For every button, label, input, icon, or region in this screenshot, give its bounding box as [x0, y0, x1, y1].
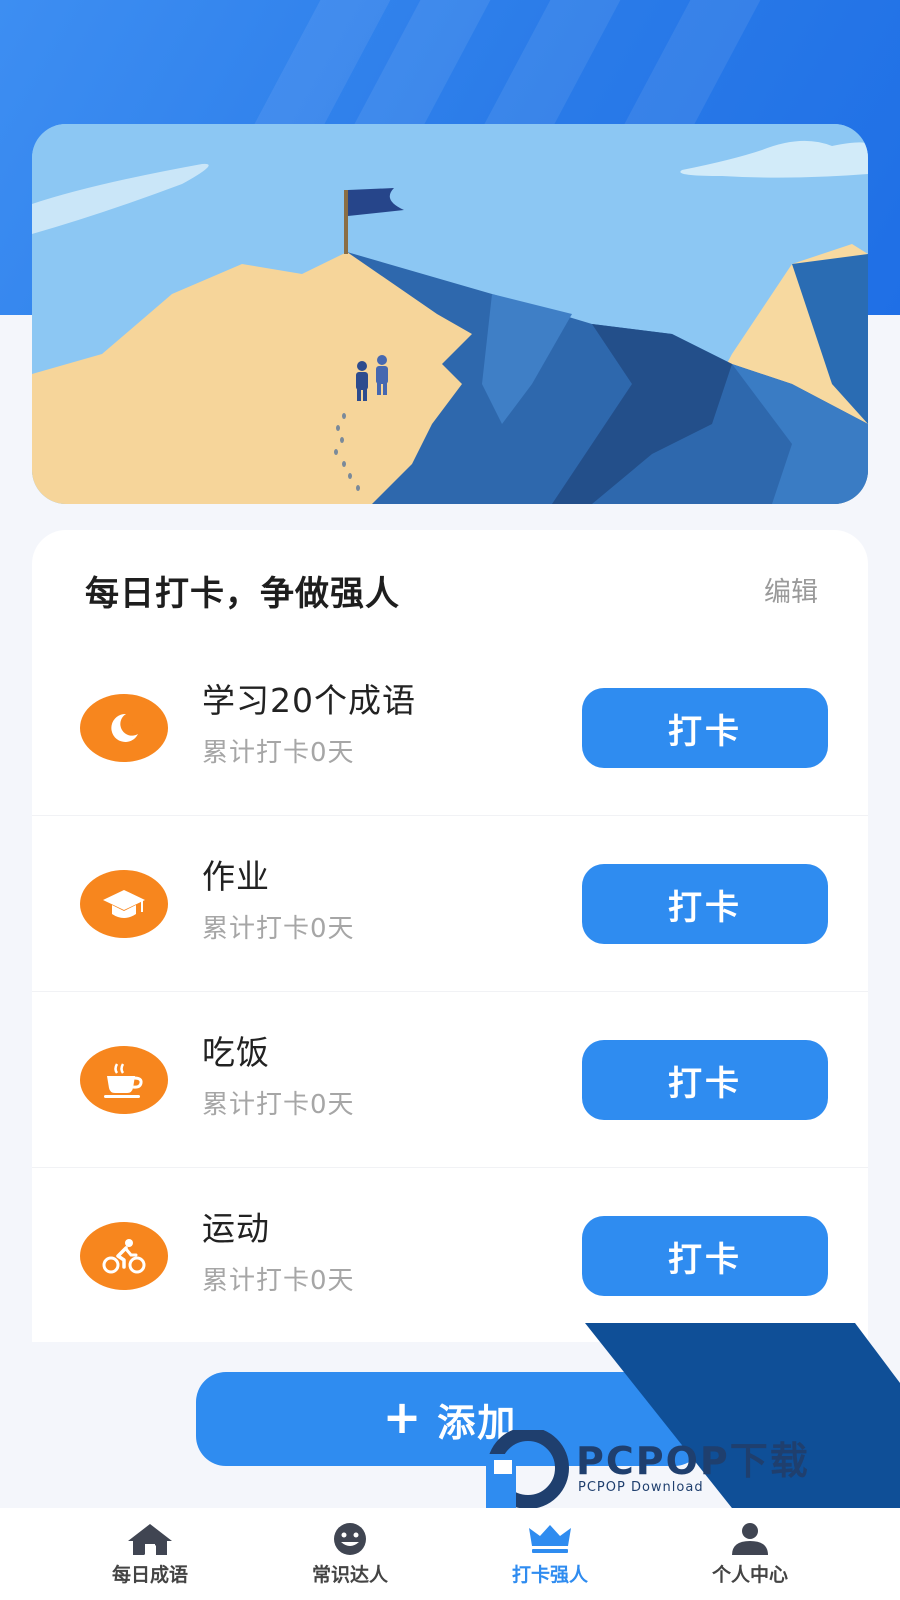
tab-label: 个人中心	[711, 1563, 788, 1586]
task-row: 吃饭 累计打卡0天 打卡	[32, 992, 868, 1168]
watermark-subtitle: PCPOP Download	[578, 1480, 704, 1495]
plus-icon: +	[382, 1390, 424, 1444]
tab-label: 常识达人	[311, 1563, 388, 1586]
edit-button[interactable]: 编辑	[764, 570, 818, 609]
task-row: 运动 累计打卡0天 打卡	[32, 1168, 868, 1344]
task-name: 作业	[202, 857, 270, 896]
task-row: z 学习20个成语 累计打卡0天 打卡	[32, 640, 868, 816]
task-name: 运动	[202, 1209, 270, 1248]
checkin-button[interactable]: 打卡	[582, 1216, 828, 1296]
tab-checkin-master[interactable]: 打卡强人	[450, 1508, 650, 1600]
tab-knowledge-master[interactable]: 常识达人	[250, 1508, 450, 1600]
task-count: 累计打卡0天	[202, 738, 355, 768]
task-row: 作业 累计打卡0天 打卡	[32, 816, 868, 992]
tab-daily-idiom[interactable]: 每日成语	[50, 1508, 250, 1600]
person-icon	[732, 1522, 768, 1555]
card-title: 每日打卡，争做强人	[85, 574, 400, 614]
coffee-cup-icon	[80, 1046, 168, 1114]
watermark-brand: PCPOP下载	[576, 1439, 810, 1483]
checkin-button[interactable]: 打卡	[582, 1040, 828, 1120]
svg-text:z: z	[129, 719, 135, 730]
bottom-tab-bar: 每日成语 常识达人 打卡强人 个人中心	[0, 1508, 900, 1600]
task-count: 累计打卡0天	[202, 1090, 355, 1120]
tab-label: 打卡强人	[511, 1563, 588, 1586]
smiley-icon	[334, 1522, 366, 1555]
banner-image	[32, 124, 868, 504]
card-header: 每日打卡，争做强人 编辑	[32, 530, 868, 640]
cyclist-icon	[80, 1222, 168, 1290]
pcpop-logo-icon	[486, 1430, 569, 1510]
task-count: 累计打卡0天	[202, 914, 355, 944]
moon-sleep-icon: z	[80, 694, 168, 762]
home-icon	[128, 1523, 172, 1555]
graduation-cap-icon	[80, 870, 168, 938]
tab-label: 每日成语	[111, 1563, 188, 1586]
task-name: 吃饭	[202, 1033, 270, 1072]
task-count: 累计打卡0天	[202, 1266, 355, 1296]
crown-icon	[529, 1524, 571, 1553]
mountain-illustration	[32, 124, 868, 504]
watermark: PCPOP下载 PCPOP Download	[486, 1430, 866, 1510]
checkin-card: 每日打卡，争做强人 编辑 z 学习20个成语 累计打卡0天 打卡 作业 累计打卡…	[32, 530, 868, 1342]
checkin-button[interactable]: 打卡	[582, 864, 828, 944]
checkin-button[interactable]: 打卡	[582, 688, 828, 768]
tab-profile[interactable]: 个人中心	[650, 1508, 850, 1600]
task-name: 学习20个成语	[202, 681, 416, 720]
